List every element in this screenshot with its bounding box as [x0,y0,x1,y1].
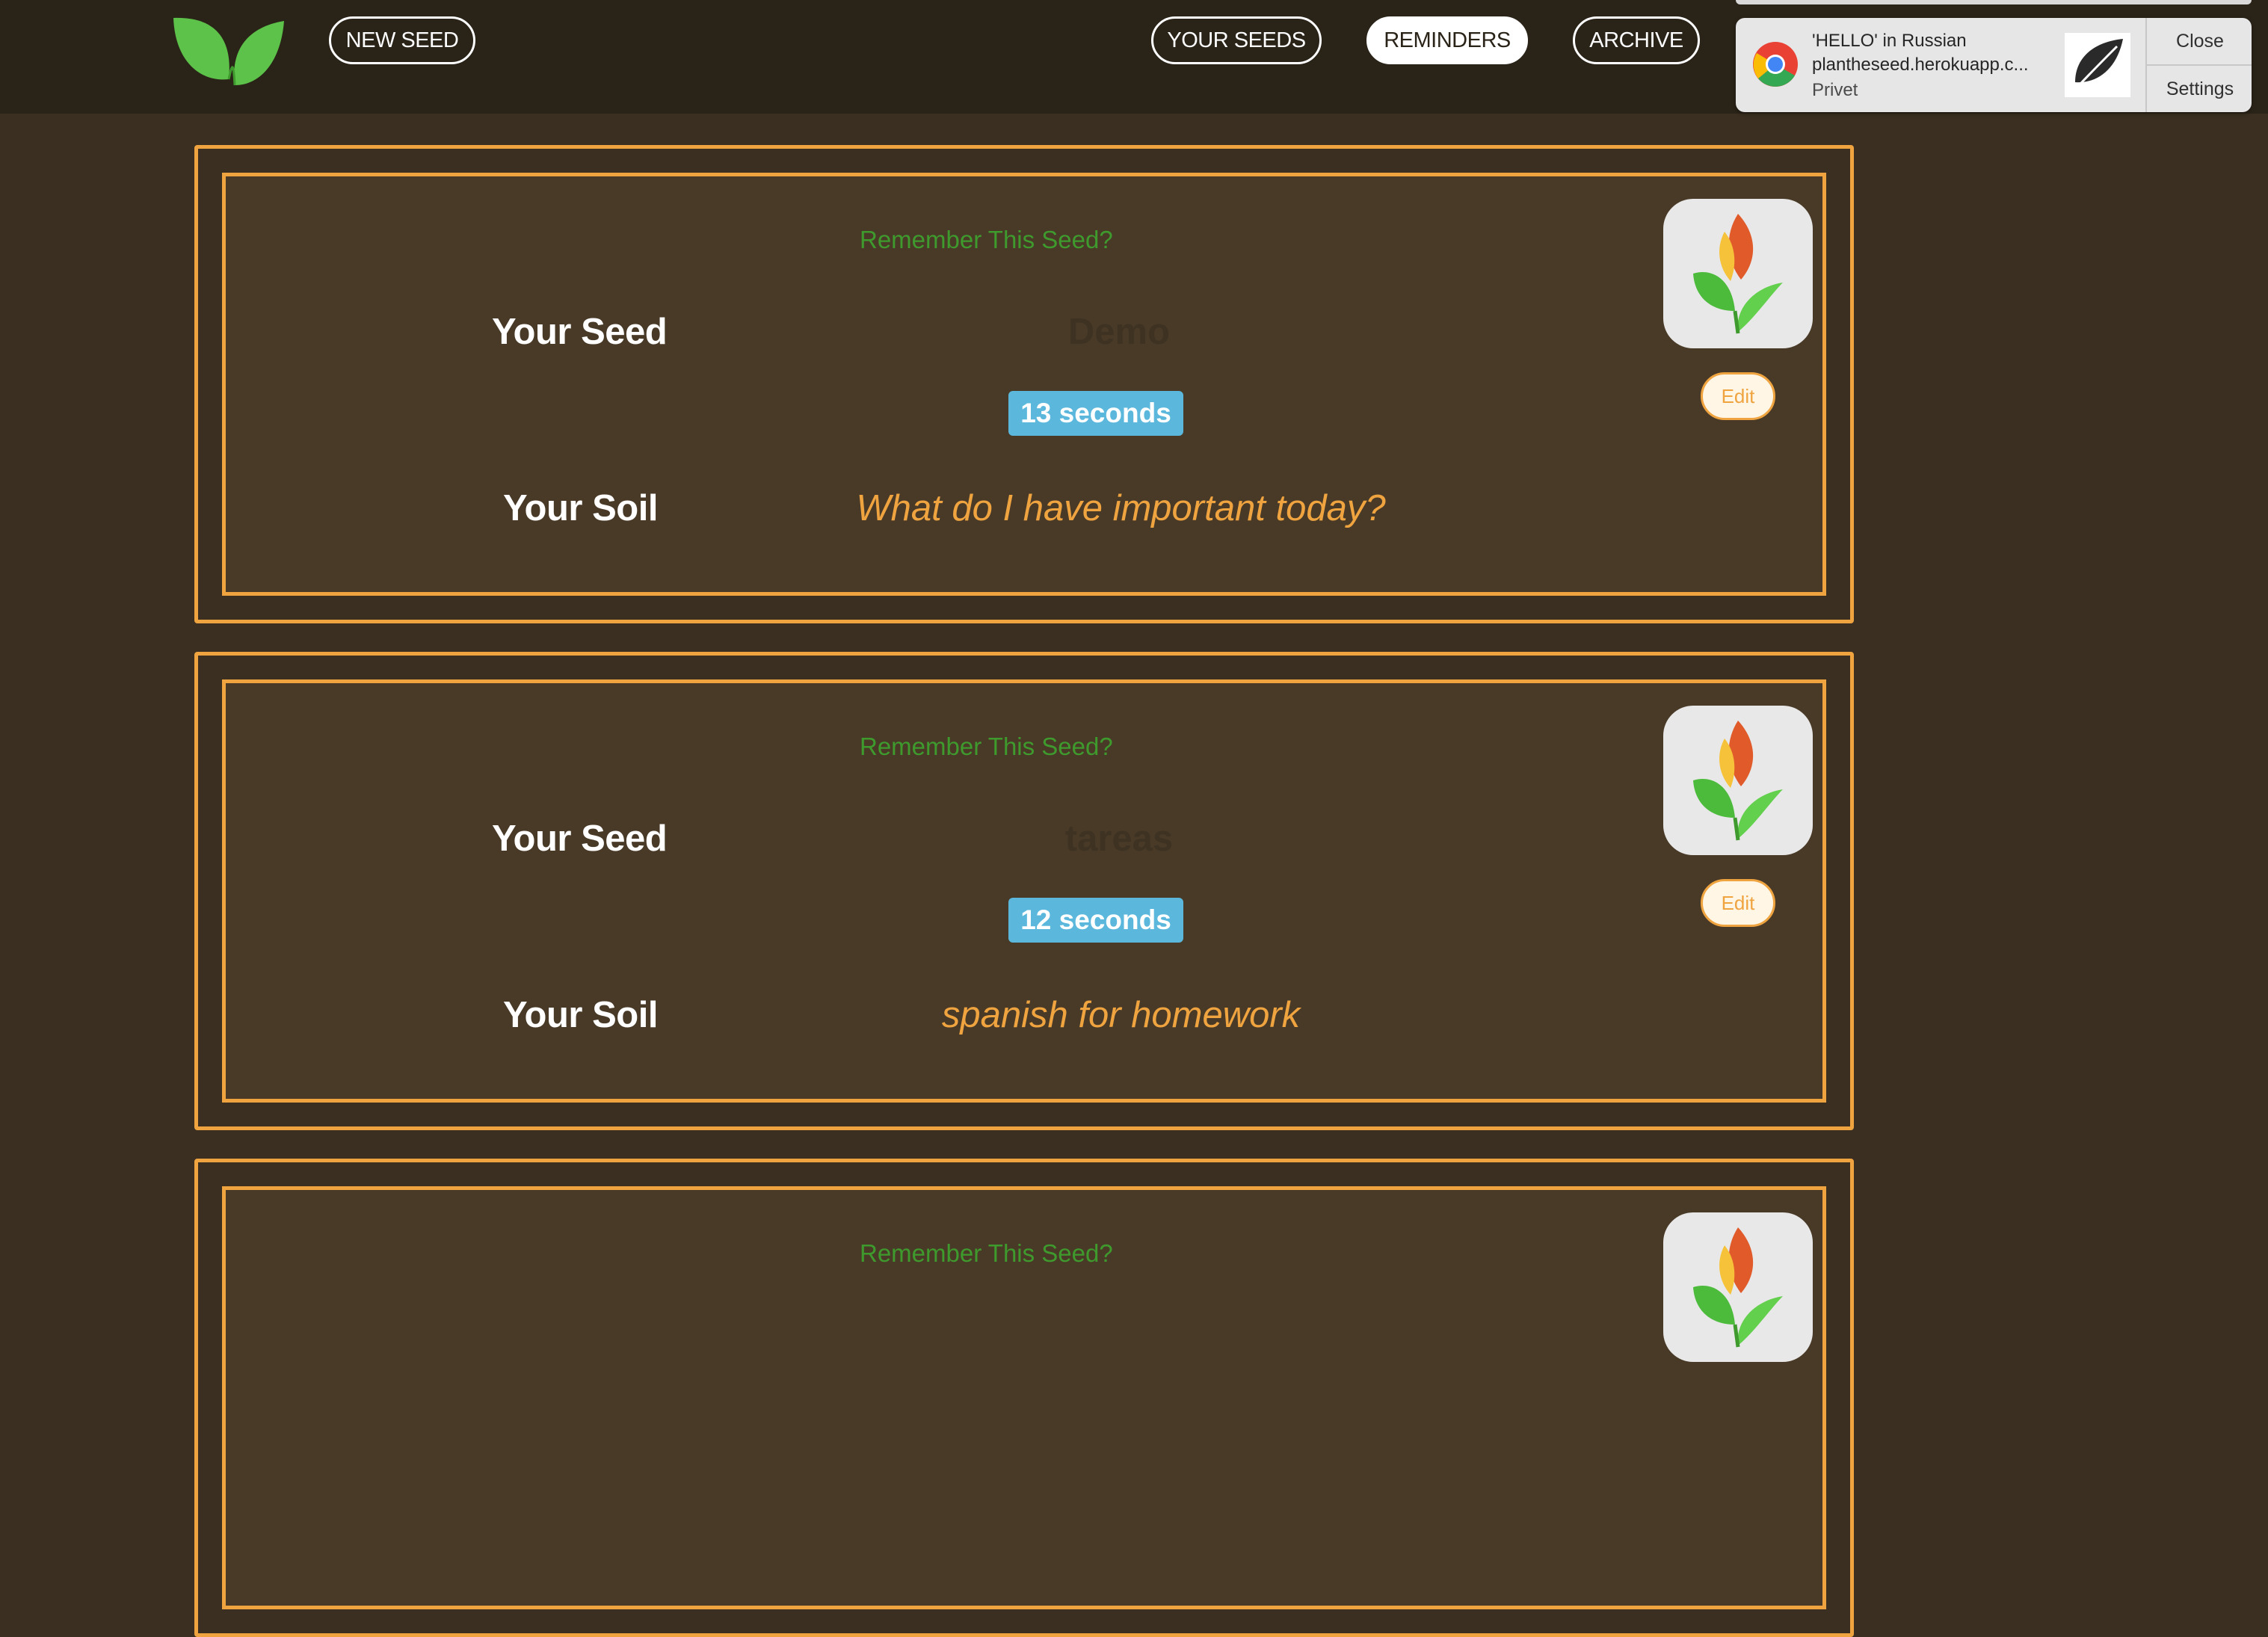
notification-body: Privet [1812,80,1858,100]
remember-seed-prompt[interactable]: Remember This Seed? [860,733,1159,761]
leaf-logo[interactable] [169,13,289,91]
seed-card-inner: Remember This Seed? [222,1186,1826,1609]
chrome-icon [1753,42,1798,87]
your-soil-label: Your Soil [503,995,658,1035]
notification-close-button[interactable]: Close [2147,18,2252,66]
your-soil-label: Your Soil [503,488,658,528]
timer-badge: 12 seconds [1008,898,1183,943]
plant-app-icon [1663,706,1813,855]
notification-source: plantheseed.herokuapp.c... [1812,55,2029,75]
seed-card: Remember This Seed? Your Seed tareas 12 … [194,652,1854,1130]
soil-value: What do I have important today? [856,488,1386,528]
seed-card-inner: Remember This Seed? Your Seed tareas 12 … [222,679,1826,1103]
remember-seed-prompt[interactable]: Remember This Seed? [860,226,1159,254]
soil-value: spanish for homework [941,995,1301,1035]
leaf-icon [2065,33,2130,97]
reminders-button[interactable]: REMINDERS [1366,16,1528,64]
seed-value: tareas [1064,818,1174,859]
push-notification[interactable]: 'HELLO' in Russian plantheseed.herokuapp… [1736,18,2252,112]
archive-button[interactable]: ARCHIVE [1573,16,1700,64]
seed-card: Remember This Seed? Your Seed Demo 13 se… [194,145,1854,623]
seed-value: Demo [1067,312,1171,352]
edit-button[interactable]: Edit [1701,372,1775,420]
timer-badge: 13 seconds [1008,391,1183,436]
notification-actions: Close Settings [2145,18,2252,112]
notification-title: 'HELLO' in Russian [1812,31,1967,51]
notification-settings-button[interactable]: Settings [2147,66,2252,112]
your-seed-label: Your Seed [492,312,668,352]
remember-seed-prompt[interactable]: Remember This Seed? [860,1239,1159,1268]
new-seed-button[interactable]: NEW SEED [329,16,475,64]
plant-app-icon [1663,199,1813,348]
plant-app-icon [1663,1212,1813,1362]
your-seeds-button[interactable]: YOUR SEEDS [1151,16,1322,64]
seed-card-inner: Remember This Seed? Your Seed Demo 13 se… [222,173,1826,596]
your-seed-label: Your Seed [492,818,668,859]
stacked-notification-edge [1736,0,2252,4]
seed-card: Remember This Seed? [194,1159,1854,1637]
edit-button[interactable]: Edit [1701,879,1775,927]
